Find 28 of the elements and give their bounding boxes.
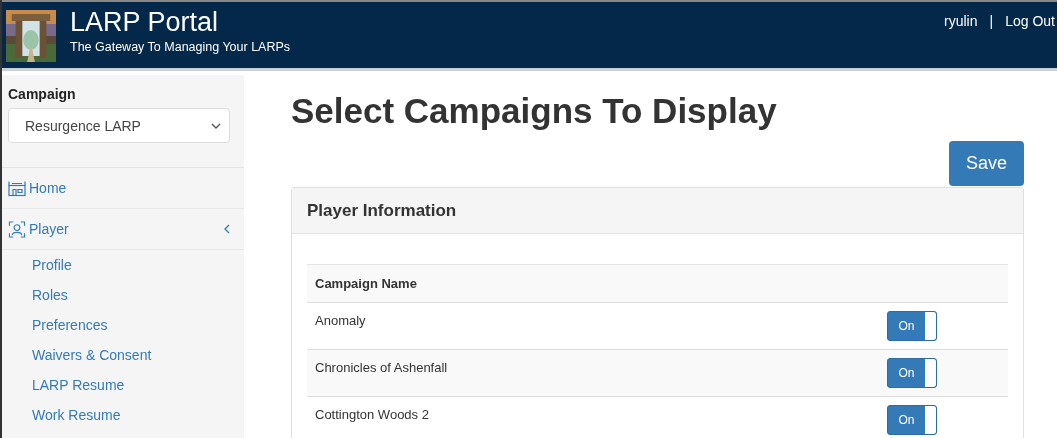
building-icon xyxy=(8,179,26,197)
logout-link[interactable]: Log Out xyxy=(1005,13,1055,68)
toggle-switch[interactable]: On xyxy=(887,311,937,341)
nav-item[interactable]: Player xyxy=(2,209,244,250)
sub-nav-link[interactable]: Work Resume xyxy=(2,400,121,430)
column-header: Campaign Name xyxy=(307,264,886,303)
chevron-down-icon xyxy=(211,122,221,129)
table-cell: Anomaly xyxy=(307,302,886,350)
sub-nav-link[interactable]: Roles xyxy=(2,280,68,310)
username-link[interactable]: ryulin xyxy=(944,13,978,68)
sub-nav-link[interactable]: Waivers & Consent xyxy=(2,340,152,370)
toggle-switch[interactable]: On xyxy=(887,405,937,435)
table-cell: Cottington Woods 2 xyxy=(307,396,886,438)
save-button[interactable]: Save xyxy=(949,141,1024,186)
page-title: Select Campaigns To Display xyxy=(291,91,778,131)
separator: | xyxy=(989,13,994,31)
site-subtitle: The Gateway To Managing Your LARPs xyxy=(70,40,291,54)
sub-nav-link[interactable]: Preferences xyxy=(2,310,108,340)
panel-title: Player Information xyxy=(307,200,457,221)
person-icon xyxy=(8,220,26,238)
sub-nav-link[interactable]: LARP Resume xyxy=(2,370,125,400)
campaign-select[interactable]: Resurgence LARP xyxy=(8,108,230,143)
campaign-label: Campaign xyxy=(8,86,77,102)
nav-item[interactable]: Home xyxy=(2,168,244,209)
site-title: LARP Portal xyxy=(70,7,220,37)
table-cell: Chronicles of Ashenfall xyxy=(307,349,886,397)
toggle-switch[interactable]: On xyxy=(887,358,937,388)
sub-nav-link[interactable]: Profile xyxy=(2,250,72,280)
